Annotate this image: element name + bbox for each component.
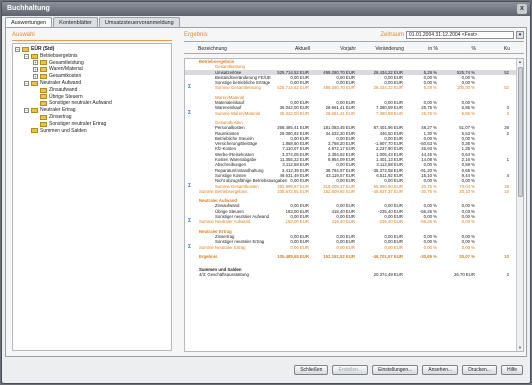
folder-icon [31, 53, 38, 59]
column-header: Bezeichnung Aktuell Vorjahr Veränderung in %… [184, 45, 524, 54]
expand-icon[interactable]: + [33, 60, 38, 66]
button-bar: Schließen Erstellen... Einstellungen... Ans… [5, 360, 527, 380]
close-icon[interactable]: x [517, 4, 527, 14]
tree-node[interactable]: Sonstiger neutraler Ertrag [15, 121, 169, 128]
folder-icon [40, 114, 47, 120]
folder-icon [40, 74, 47, 80]
ansehen-button[interactable]: Ansehen... [422, 365, 459, 375]
scroll-down-icon[interactable]: ▼ [517, 345, 523, 351]
tree-node[interactable]: + Gesamtkosten [15, 73, 169, 80]
tree-node-label: EÜR (Std) [31, 46, 55, 52]
column-header-cell[interactable]: Ku [504, 45, 510, 54]
tab-bar: Auswertungen Kontenblätter Umsatzsteuervor… [5, 17, 181, 27]
tree-node-label: Übrige Steuern [49, 93, 83, 100]
collapse-icon[interactable]: − [24, 108, 29, 114]
hilfe-button[interactable]: Hilfe [500, 365, 523, 375]
window-title: Buchhaltung [7, 5, 50, 12]
tab-auswertungen[interactable]: Auswertungen [5, 17, 53, 27]
folder-icon [40, 87, 47, 93]
expand-icon[interactable]: + [33, 67, 38, 73]
column-header-cell[interactable]: in % [428, 45, 438, 54]
tree-node-label: Gesamtkosten [49, 73, 82, 80]
result-table: Betriebsergebnis Gesamtleistung Umsatzerlö… [184, 58, 524, 352]
column-header-cell[interactable]: Bezeichnung [198, 45, 258, 54]
report-tree[interactable]: − EÜR (Std) − Betriebsergebnis + Gesamtleistu… [12, 43, 172, 351]
column-header-cell[interactable]: Veränderung [375, 45, 404, 54]
scroll-thumb[interactable] [518, 67, 523, 197]
tree-node[interactable]: Zinsaufwand [15, 87, 169, 94]
tree-node[interactable]: + Gesamtleistung [15, 60, 169, 67]
collapse-icon[interactable]: − [15, 46, 20, 52]
folder-icon [40, 121, 47, 127]
column-header-cell[interactable]: % [472, 45, 476, 54]
folder-icon [22, 46, 29, 52]
einstellungen-button[interactable]: Einstellungen... [372, 365, 419, 375]
folder-icon [40, 67, 47, 73]
tree-node-label: Zinsertrag [49, 113, 72, 120]
schließen-button[interactable]: Schließen [294, 365, 329, 375]
period-selector: Zeitraum 01.01.2004 31.12.2004 <Fest> ▾ [380, 31, 524, 39]
tree-node[interactable]: Sonstiger neutraler Aufwand [15, 100, 169, 107]
result-label: Ergebnis [184, 32, 208, 38]
chevron-down-icon[interactable]: ▾ [516, 31, 524, 39]
tree-node[interactable]: − EÜR (Std) [15, 46, 169, 53]
title-bar: Buchhaltung x [2, 2, 530, 16]
tree-node[interactable]: − Neutraler Aufwand [15, 80, 169, 87]
folder-icon [40, 101, 47, 107]
tree-node[interactable]: − Betriebsergebnis [15, 53, 169, 60]
folder-icon [40, 94, 47, 100]
tab-content: Auswahl − EÜR (Std) − Betriebsergebnis + Gesa… [5, 27, 527, 357]
result-pane: Ergebnis Zeitraum 01.01.2004 31.12.2004 … [184, 31, 524, 352]
vertical-scrollbar[interactable]: ▲ ▼ [516, 59, 523, 351]
tree-node-label: Neutraler Aufwand [40, 79, 82, 86]
tab-kontenbl-tter[interactable]: Kontenblätter [53, 17, 98, 27]
tree-node-label: Summen und Salden [40, 127, 87, 134]
tree-node[interactable]: Übrige Steuern [15, 94, 169, 101]
tree-node-label: Neutraler Ertrag [40, 107, 76, 114]
tree-node-label: Gesamtleistung [49, 59, 84, 66]
row-value: 20.374,49 EUR [373, 272, 403, 278]
result-header: Ergebnis Zeitraum 01.01.2004 31.12.2004 … [184, 31, 524, 42]
row-value: 2 [506, 272, 509, 278]
tree-node[interactable]: − Neutraler Ertrag [15, 107, 169, 114]
collapse-icon[interactable]: − [24, 53, 29, 59]
folder-icon [31, 80, 38, 86]
row-label: 4/3: Geschäftsausstattung [199, 272, 249, 278]
column-header-cell[interactable]: Aktuell [295, 45, 310, 54]
tree-node-label: Zinsaufwand [49, 86, 78, 93]
tree-node[interactable]: + Waren/Material [15, 66, 169, 73]
period-label: Zeitraum [380, 32, 404, 38]
folder-icon [31, 128, 38, 134]
collapse-icon[interactable]: − [24, 80, 29, 86]
selection-header: Auswahl [12, 32, 172, 41]
tree-node[interactable]: Zinsertrag [15, 114, 169, 121]
tree-node[interactable]: Summen und Salden [15, 128, 169, 135]
expand-icon[interactable]: + [33, 74, 38, 80]
drucken-button[interactable]: Drucken... [462, 365, 497, 375]
tree-node-label: Sonstiger neutraler Aufwand [49, 100, 112, 107]
row-value: 26,70 EUR [453, 272, 475, 278]
tree-node-label: Betriebsergebnis [40, 52, 78, 59]
period-field[interactable]: 01.01.2004 31.12.2004 <Fest> [406, 31, 514, 39]
column-header-cell[interactable]: Vorjahr [340, 45, 356, 54]
scroll-up-icon[interactable]: ▲ [517, 59, 523, 65]
folder-icon [40, 60, 47, 66]
table-row[interactable]: 4/3: Geschäftsausstattung 20.374,49 EUR 26… [185, 272, 523, 277]
tab-umsatzsteuervoranmeldung[interactable]: Umsatzsteuervoranmeldung [98, 17, 180, 27]
bookkeeping-window: Buchhaltung x Auswertungen Kontenblätter U… [1, 1, 531, 384]
erstellen-button: Erstellen... [332, 365, 369, 375]
folder-icon [31, 108, 38, 114]
tree-node-label: Sonstiger neutraler Ertrag [49, 120, 107, 127]
tree-node-label: Waren/Material [49, 66, 83, 73]
